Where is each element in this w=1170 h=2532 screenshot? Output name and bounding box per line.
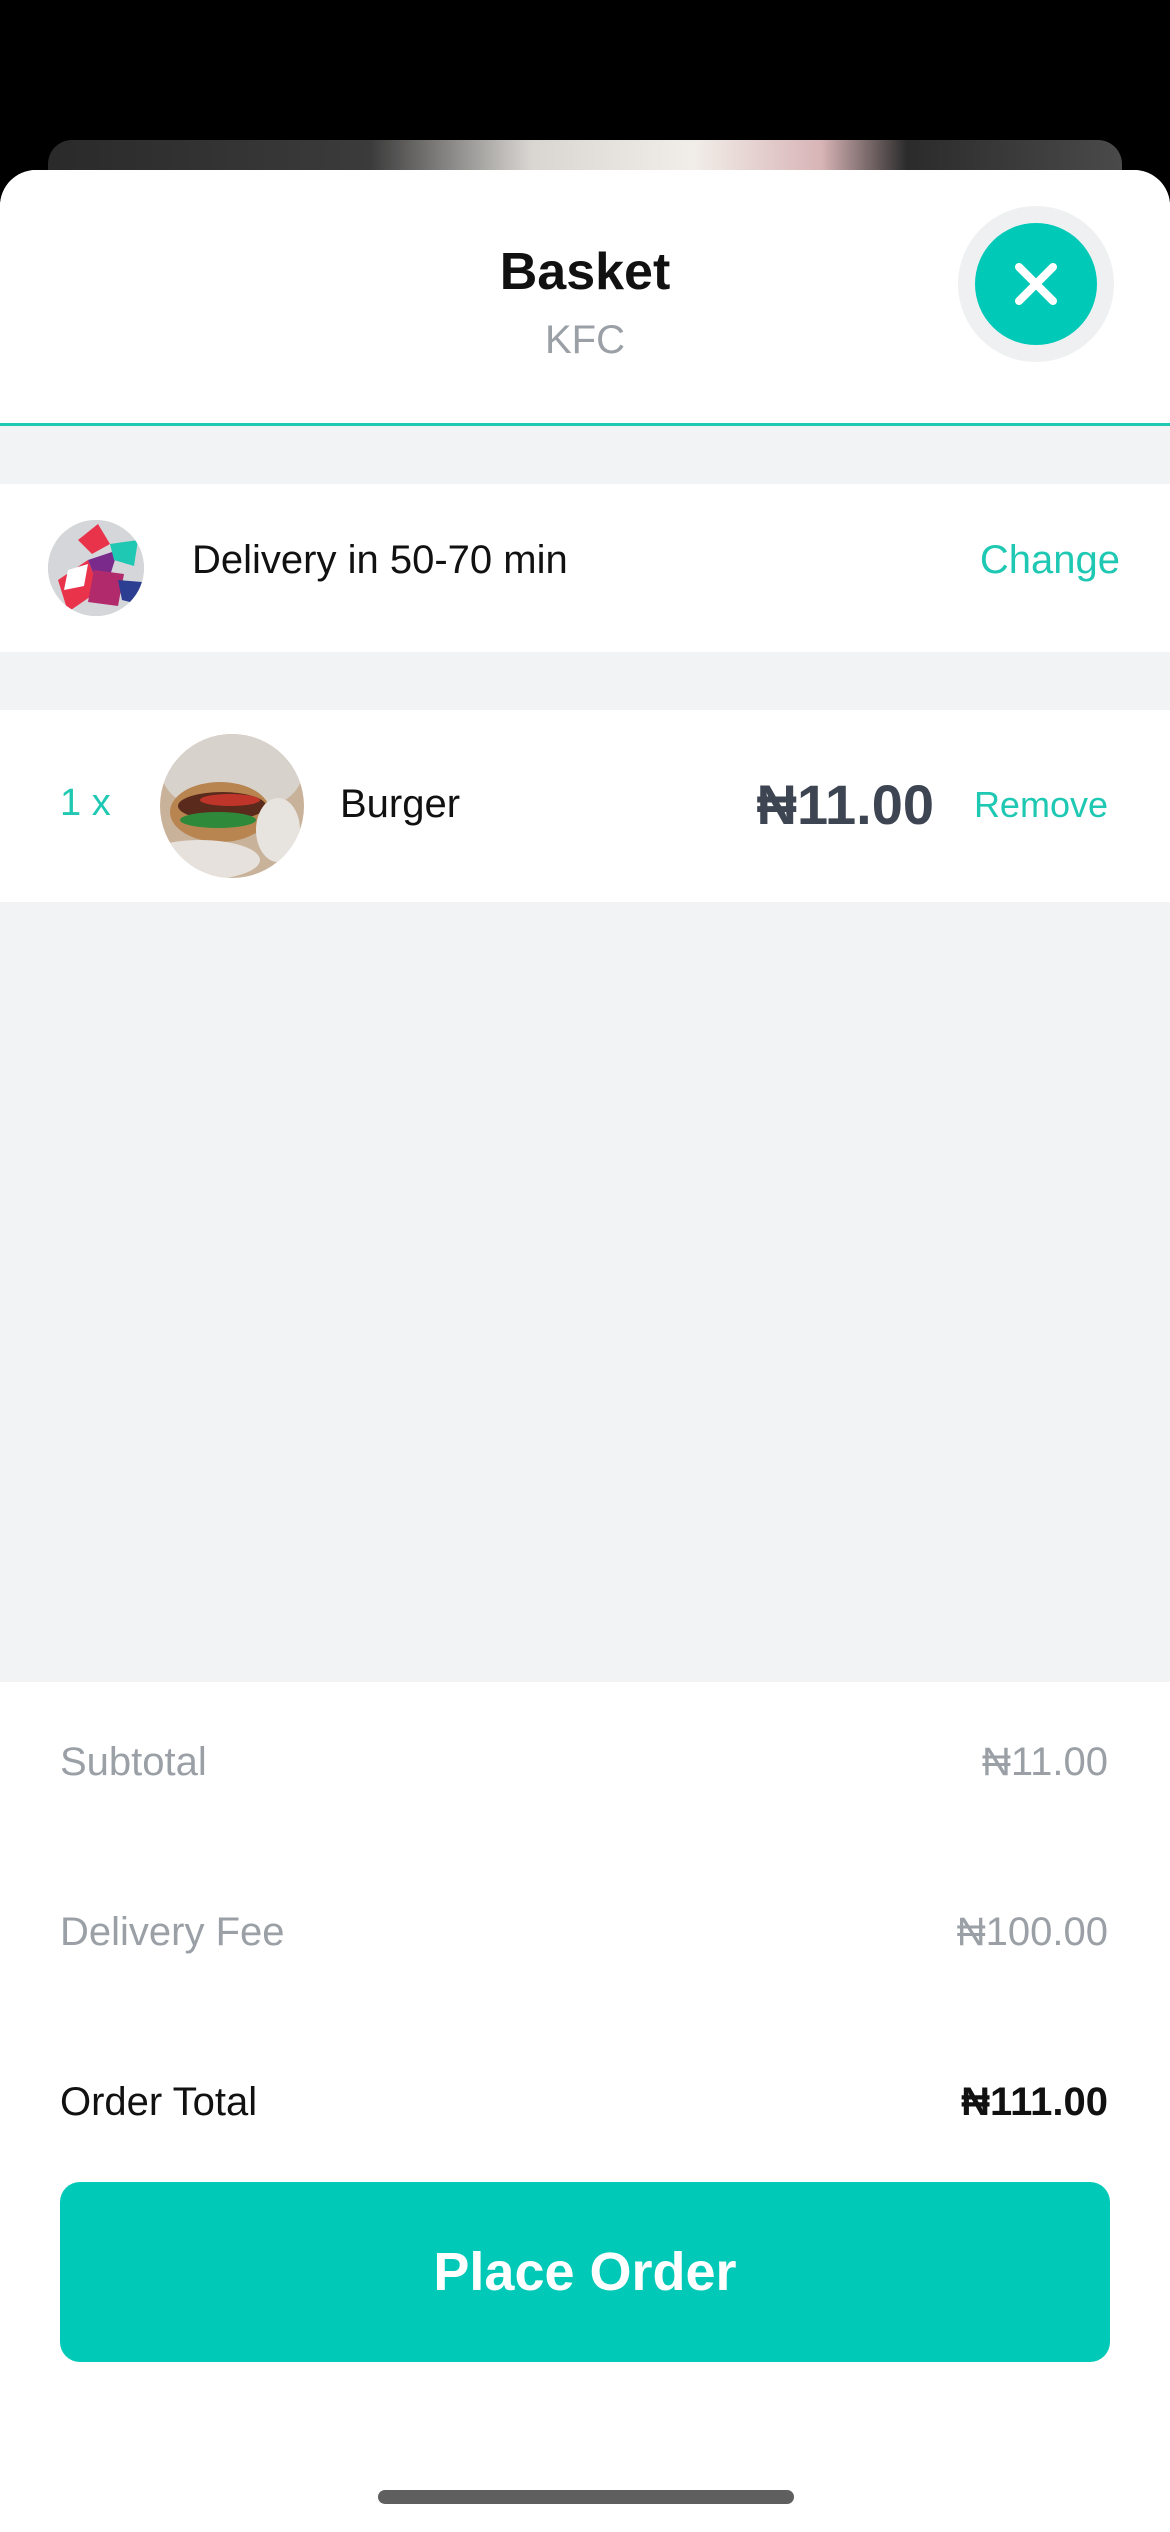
basket-sheet: Basket KFC Delivery in 50-70 min Change …: [0, 170, 1170, 2532]
delivery-row: Delivery in 50-70 min Change: [0, 484, 1170, 652]
basket-item-row: 1 x Burger ₦11.00 Remove: [0, 710, 1170, 902]
basket-header: Basket KFC: [0, 170, 1170, 426]
remove-item-button[interactable]: Remove: [974, 784, 1108, 826]
order-summary: Subtotal ₦11.00 Delivery Fee ₦100.00 Ord…: [0, 1682, 1170, 2482]
subtotal-label: Subtotal: [60, 1740, 207, 1784]
screen: Basket KFC Delivery in 50-70 min Change …: [0, 0, 1170, 2532]
order-total-row: Order Total ₦111.00: [60, 2080, 1108, 2125]
delivery-rider-icon: [48, 520, 144, 616]
delivery-fee-value: ₦100.00: [956, 1910, 1108, 1954]
order-total-value: ₦111.00: [961, 2080, 1108, 2124]
item-image: [160, 734, 304, 878]
section-divider: [0, 426, 1170, 484]
basket-empty-area: [0, 902, 1170, 1682]
subtotal-row: Subtotal ₦11.00: [60, 1740, 1108, 1785]
item-quantity[interactable]: 1 x: [60, 782, 111, 825]
place-order-button[interactable]: Place Order: [60, 2182, 1110, 2362]
close-icon: [1015, 263, 1057, 305]
home-indicator: [378, 2490, 794, 2504]
close-button-ring: [958, 206, 1114, 362]
delivery-fee-label: Delivery Fee: [60, 1910, 285, 1954]
delivery-time-text: Delivery in 50-70 min: [192, 538, 568, 582]
order-total-label: Order Total: [60, 2080, 258, 2124]
close-button[interactable]: [975, 223, 1097, 345]
change-delivery-button[interactable]: Change: [980, 538, 1120, 583]
delivery-fee-row: Delivery Fee ₦100.00: [60, 1910, 1108, 1955]
item-name: Burger: [340, 782, 461, 826]
item-price: ₦11.00: [756, 773, 935, 836]
section-divider: [0, 652, 1170, 710]
subtotal-value: ₦11.00: [981, 1740, 1108, 1784]
